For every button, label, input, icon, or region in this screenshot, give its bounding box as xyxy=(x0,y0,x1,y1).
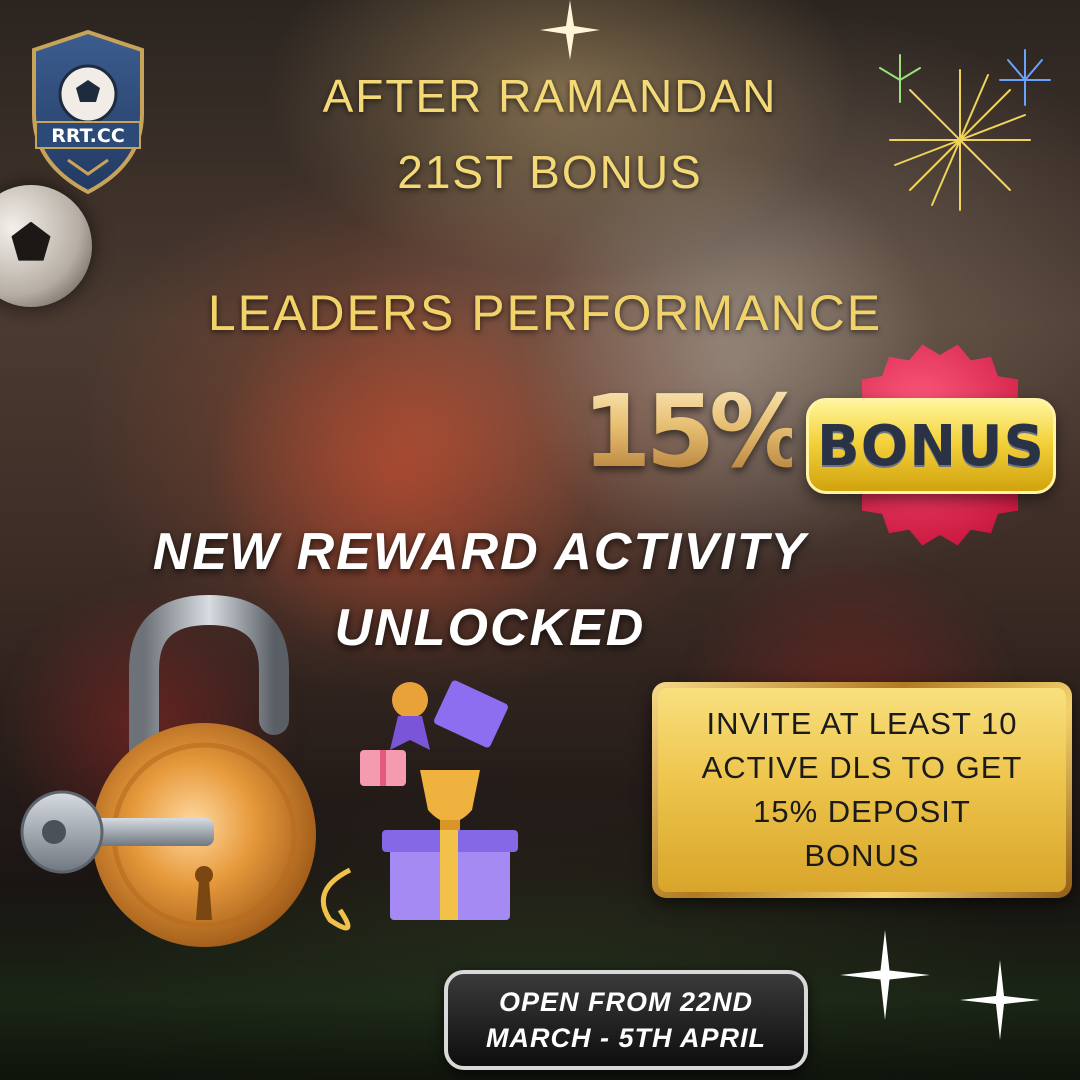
invite-line: 15% DEPOSIT xyxy=(753,794,971,829)
leaders-performance-heading: LEADERS PERFORMANCE xyxy=(207,285,883,341)
schedule-line: OPEN FROM 22ND xyxy=(498,987,754,1017)
promo-poster: RRT.CC AFTER RAMANDAN 21ST BONUS LEADERS… xyxy=(0,0,1080,1080)
invite-line: ACTIVE DLS TO GET xyxy=(701,750,1023,785)
schedule-badge: OPEN FROM 22ND MARCH - 5TH APRIL xyxy=(444,970,808,1070)
sparkle-icon xyxy=(840,930,930,1020)
bonus-badge-label: BONUS xyxy=(817,413,1045,479)
schedule-line: MARCH - 5TH APRIL xyxy=(486,1023,766,1053)
invite-line: BONUS xyxy=(804,838,920,873)
gift-box-icon xyxy=(320,680,518,931)
schedule-text: OPEN FROM 22ND MARCH - 5TH APRIL xyxy=(486,984,766,1056)
bonus-badge: BONUS xyxy=(806,398,1056,494)
activity-heading: NEW REWARD ACTIVITY xyxy=(152,523,808,581)
logo-text: RRT.CC xyxy=(51,125,125,147)
brand-logo: RRT.CC xyxy=(32,29,144,195)
medal-icon xyxy=(392,682,428,718)
soccer-ball-icon xyxy=(0,185,92,307)
headline-title: AFTER RAMANDAN xyxy=(322,70,778,122)
invite-requirement-text: INVITE AT LEAST 10 ACTIVE DLS TO GET 15%… xyxy=(702,702,1023,878)
sparkle-icon xyxy=(540,0,600,60)
headline-subtitle: 21ST BONUS xyxy=(397,146,703,198)
invite-requirement-card: INVITE AT LEAST 10 ACTIVE DLS TO GET 15%… xyxy=(652,682,1072,898)
firework-icon xyxy=(879,49,1051,211)
bonus-percent: 15% xyxy=(582,373,809,490)
sparkle-icon xyxy=(960,960,1040,1040)
invite-card-inner: INVITE AT LEAST 10 ACTIVE DLS TO GET 15%… xyxy=(658,688,1066,892)
trophy-icon xyxy=(420,770,480,823)
invite-line: INVITE AT LEAST 10 xyxy=(706,706,1018,741)
